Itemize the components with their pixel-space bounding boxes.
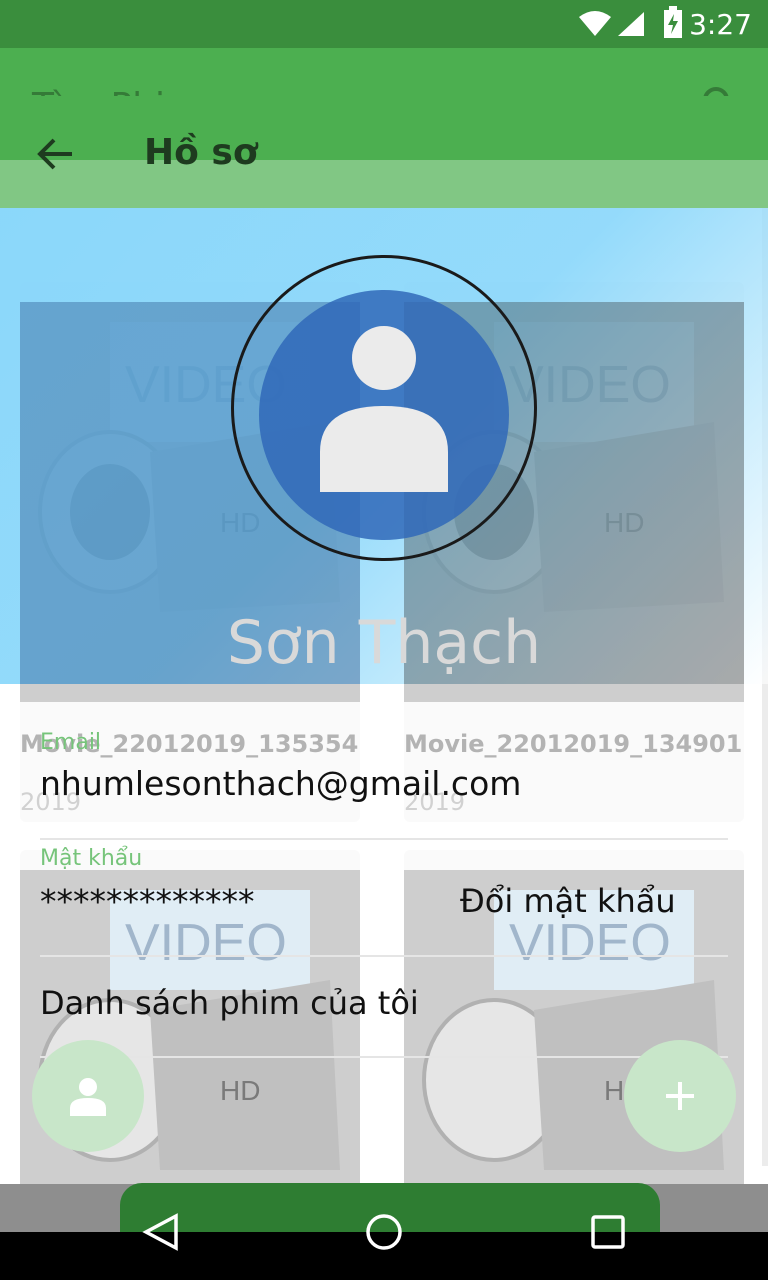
status-bar: 3:27 <box>0 0 768 48</box>
battery-icon <box>664 6 682 38</box>
wifi-icon <box>579 11 611 36</box>
profile-title: Hồ sơ <box>144 132 258 173</box>
divider <box>40 838 728 840</box>
profile-app-bar <box>0 96 768 160</box>
signal-icon <box>618 12 644 36</box>
add-icon <box>666 1082 694 1110</box>
nav-recents-icon[interactable] <box>590 1214 626 1250</box>
user-icon <box>320 326 448 492</box>
back-arrow-icon[interactable] <box>36 134 76 174</box>
person-icon <box>70 1078 106 1116</box>
add-fab[interactable] <box>624 1040 736 1152</box>
nav-back-icon[interactable] <box>142 1212 180 1252</box>
email-label: Email <box>40 730 102 755</box>
my-movies-item[interactable]: Danh sách phim của tôi <box>40 984 419 1022</box>
profile-app-bar-band <box>0 160 768 208</box>
status-time: 3:27 <box>689 8 752 41</box>
password-label: Mật khẩu <box>40 846 143 871</box>
divider <box>40 955 728 957</box>
password-value: ************* <box>40 882 255 921</box>
profile-fab[interactable] <box>32 1040 144 1152</box>
nav-home-icon[interactable] <box>364 1212 404 1252</box>
profile-name: Sơn Thạch <box>226 608 542 678</box>
email-value: nhumlesonthach@gmail.com <box>40 764 522 803</box>
divider <box>40 1056 728 1058</box>
change-password-button[interactable]: Đổi mật khẩu <box>460 882 676 920</box>
